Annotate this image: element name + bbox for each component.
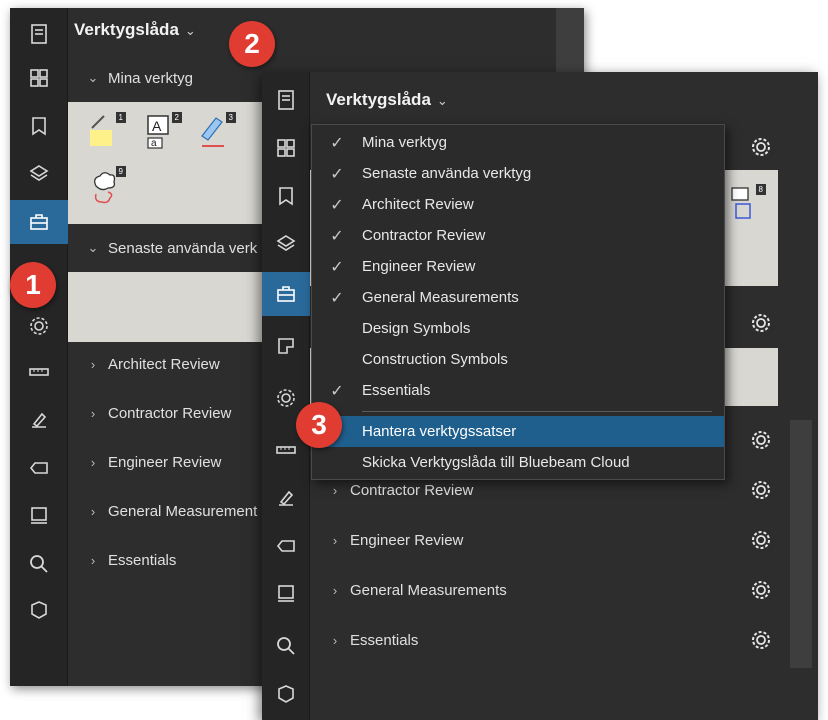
toolbox-icon[interactable] — [10, 200, 68, 244]
forms-icon[interactable] — [262, 324, 310, 368]
signature-icon[interactable] — [10, 398, 68, 442]
chevron-right-icon[interactable]: › — [78, 504, 108, 519]
chevron-right-icon[interactable]: › — [320, 583, 350, 598]
check-icon: ✓ — [330, 382, 344, 400]
3d-icon[interactable] — [10, 588, 68, 632]
sets-icon[interactable] — [10, 494, 68, 538]
section-engineer-review[interactable]: › Engineer Review — [310, 518, 708, 562]
toolbox-dropdown-menu: ✓ Mina verktyg ✓ Senaste använda verktyg ✓… — [311, 124, 725, 480]
chevron-down-icon[interactable]: ⌄ — [437, 93, 448, 109]
gear-icon[interactable] — [750, 136, 772, 158]
chevron-right-icon[interactable]: › — [78, 455, 108, 470]
menu-item-architect-review[interactable]: ✓ Architect Review — [312, 189, 724, 220]
cloud-tool[interactable]: 9 — [88, 166, 128, 206]
gear-icon[interactable] — [750, 529, 772, 551]
menu-item-essentials[interactable]: ✓ Essentials — [312, 375, 724, 406]
menu-separator — [362, 411, 712, 412]
layers-icon[interactable] — [262, 222, 310, 266]
menu-item-general-measurements[interactable]: ✓ General Measurements — [312, 282, 724, 313]
panel-title[interactable]: Verktygslåda ⌄ — [326, 90, 448, 110]
signature-icon[interactable] — [262, 476, 310, 520]
svg-text:a: a — [151, 138, 157, 149]
section-general-measurements[interactable]: › General Measurements — [310, 568, 708, 612]
gear-icon[interactable] — [750, 629, 772, 651]
scrollbar[interactable] — [790, 420, 812, 668]
tag-icon[interactable] — [262, 524, 310, 568]
check-icon: ✓ — [330, 196, 344, 214]
callout-badge-1: 1 — [10, 262, 56, 308]
chevron-right-icon[interactable]: › — [320, 533, 350, 548]
3d-icon[interactable] — [262, 672, 310, 716]
text-box-tool[interactable]: Aa 2 — [144, 112, 184, 152]
section-essentials[interactable]: › Essentials — [310, 618, 708, 662]
panel-title[interactable]: Verktygslåda ⌄ — [74, 20, 196, 40]
menu-item-design-symbols[interactable]: Design Symbols — [312, 313, 724, 344]
rectangle-tool[interactable]: 8 — [728, 184, 768, 224]
menu-item-mina-verktyg[interactable]: ✓ Mina verktyg — [312, 127, 724, 158]
check-icon: ✓ — [330, 258, 344, 276]
toolbox-icon[interactable] — [262, 272, 310, 316]
chevron-right-icon[interactable]: › — [78, 357, 108, 372]
measure-icon[interactable] — [10, 350, 68, 394]
settings-icon[interactable] — [10, 304, 68, 348]
gear-icon[interactable] — [750, 579, 772, 601]
bookmarks-icon[interactable] — [262, 174, 310, 218]
chevron-down-icon[interactable]: ⌄ — [78, 70, 108, 86]
layers-icon[interactable] — [10, 152, 68, 196]
gear-icon[interactable] — [750, 479, 772, 501]
callout-badge-3: 3 — [296, 402, 342, 448]
chevron-right-icon[interactable]: › — [320, 483, 350, 498]
check-icon: ✓ — [330, 134, 344, 152]
chevron-down-icon[interactable]: ⌄ — [185, 23, 196, 39]
gear-icon[interactable] — [750, 429, 772, 451]
chevron-down-icon[interactable]: ⌄ — [78, 240, 108, 256]
chevron-right-icon[interactable]: › — [78, 553, 108, 568]
menu-item-manage-toolsets[interactable]: Hantera verktygssatser — [312, 416, 724, 447]
chevron-right-icon[interactable]: › — [78, 406, 108, 421]
callout-badge-2: 2 — [229, 21, 275, 67]
check-icon: ✓ — [330, 289, 344, 307]
menu-item-engineer-review[interactable]: ✓ Engineer Review — [312, 251, 724, 282]
tag-icon[interactable] — [10, 446, 68, 490]
svg-text:A: A — [152, 118, 162, 134]
check-icon: ✓ — [330, 227, 344, 245]
gear-icon[interactable] — [750, 312, 772, 334]
search-icon[interactable] — [10, 542, 68, 586]
bookmarks-icon[interactable] — [10, 104, 68, 148]
menu-item-contractor-review[interactable]: ✓ Contractor Review — [312, 220, 724, 251]
highlight-tool[interactable]: 1 — [88, 112, 128, 152]
side-rail — [262, 72, 310, 720]
pen-tool[interactable]: 3 — [198, 112, 238, 152]
properties-icon[interactable] — [262, 78, 310, 122]
side-rail — [10, 8, 68, 686]
menu-item-construction-symbols[interactable]: Construction Symbols — [312, 344, 724, 375]
menu-item-senaste[interactable]: ✓ Senaste använda verktyg — [312, 158, 724, 189]
thumbnails-icon[interactable] — [262, 126, 310, 170]
properties-icon[interactable] — [10, 12, 68, 56]
chevron-right-icon[interactable]: › — [320, 633, 350, 648]
thumbnails-icon[interactable] — [10, 56, 68, 100]
sets-icon[interactable] — [262, 572, 310, 616]
menu-item-send-to-cloud[interactable]: Skicka Verktygslåda till Bluebeam Cloud — [312, 447, 724, 478]
search-icon[interactable] — [262, 624, 310, 668]
check-icon: ✓ — [330, 165, 344, 183]
